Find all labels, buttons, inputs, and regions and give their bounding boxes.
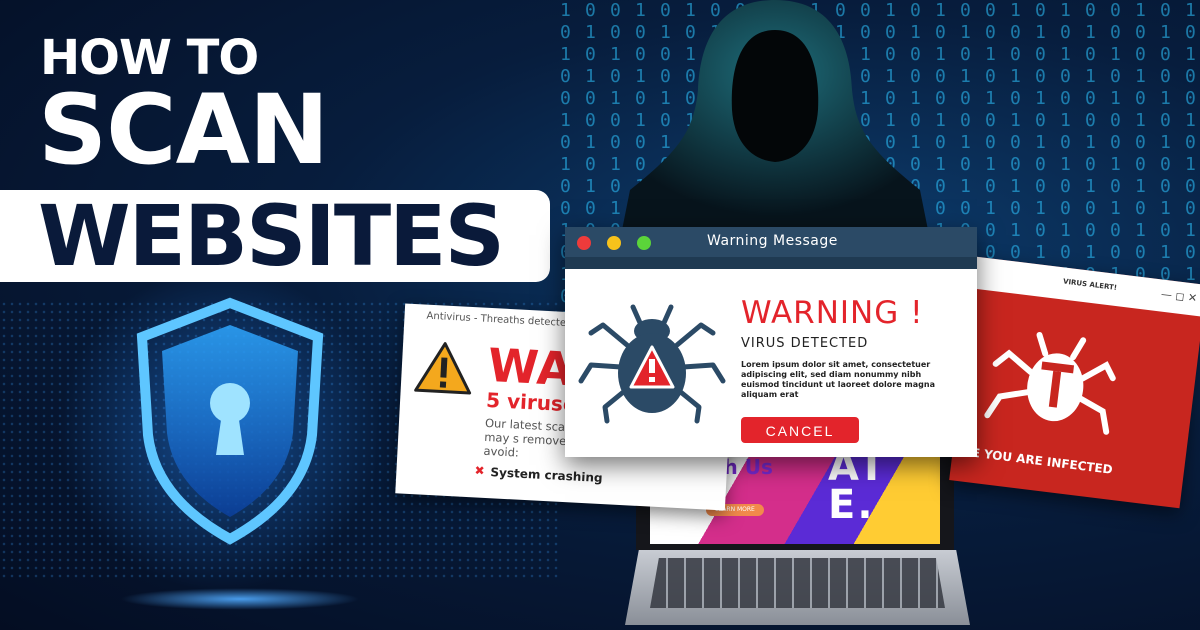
headline-line-2: SCAN [38, 74, 329, 186]
shield-spotlight [120, 588, 360, 610]
binary-column: 101001010010100 [1185, 0, 1196, 329]
shield-keyhole-icon [136, 297, 324, 545]
x-mark-icon: ✖ [474, 463, 485, 478]
close-dot-icon[interactable] [577, 236, 591, 250]
warning-heading: WARNING ! [741, 295, 924, 331]
laptop-keyboard [650, 558, 945, 608]
laptop-screen-big-text: AT E. [828, 444, 888, 528]
bug-icon [984, 331, 1116, 435]
maximize-dot-icon[interactable] [637, 236, 651, 250]
antivirus-popup-title: Antivirus - Threaths detected [426, 310, 573, 330]
bug-alert-icon [578, 304, 726, 424]
headline-line-3: WEBSITES [38, 187, 505, 285]
warning-triangle-icon [414, 342, 472, 395]
antivirus-popup-heading: WA [486, 337, 574, 397]
hooded-hacker-figure [620, 0, 930, 240]
minimize-dot-icon[interactable] [607, 236, 621, 250]
warning-message-window: Warning Message WARNING ! VIRUS DETECTED… [565, 227, 977, 457]
warning-body-text: Lorem ipsum dolor sit amet, consectetuer… [741, 360, 935, 399]
virus-alert-popup: VIRUS ALERT! — ◻ ✕ BE YOU ARE INFECTED [949, 256, 1200, 509]
window-title: Warning Message [707, 233, 838, 249]
cancel-button[interactable]: CANCEL [741, 417, 859, 443]
window-toolbar [565, 257, 977, 269]
antivirus-popup-item: System crashing [490, 465, 603, 486]
virus-detected-label: VIRUS DETECTED [741, 336, 869, 351]
